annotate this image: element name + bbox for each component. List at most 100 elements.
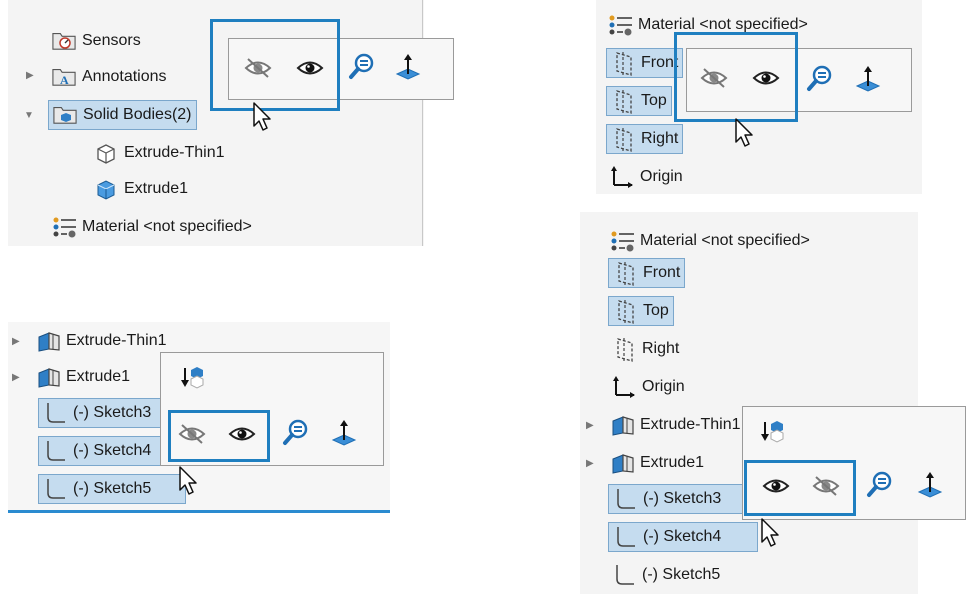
annotations-folder-icon: A xyxy=(52,65,76,89)
feature-icon xyxy=(36,365,60,389)
zoom-to-selection-button[interactable] xyxy=(865,471,895,501)
material-icon xyxy=(608,13,632,37)
expand-arrow-icon[interactable]: ▶ xyxy=(586,420,594,431)
normal-to-icon xyxy=(330,418,358,451)
zoom-to-selection-icon xyxy=(282,418,310,451)
solid-body-icon xyxy=(94,177,118,201)
normal-to-icon xyxy=(394,52,422,85)
tree-item-label: Front xyxy=(641,54,679,71)
tree-item-label: Extrude-Thin1 xyxy=(640,416,741,433)
tree-item-label: (-) Sketch3 xyxy=(73,404,152,421)
thin-body-icon xyxy=(94,141,118,165)
tree-item-origin[interactable]: Origin xyxy=(612,372,685,402)
tree-item-front-plane[interactable]: Front xyxy=(608,258,686,288)
tree-item-label: Right xyxy=(641,130,679,147)
tree-item-label: Extrude1 xyxy=(66,368,131,385)
tree-item-label: Material <not specified> xyxy=(82,218,252,235)
tree-item-label: Origin xyxy=(640,168,683,185)
tree-item-sketch5[interactable]: (-) Sketch5 xyxy=(38,474,186,504)
plane-icon xyxy=(613,261,637,285)
zoom-to-selection-button[interactable] xyxy=(281,419,311,449)
expand-arrow-icon[interactable]: ▶ xyxy=(586,458,594,469)
normal-to-button[interactable] xyxy=(915,471,945,501)
tree-item-label: Extrude1 xyxy=(640,454,705,471)
plane-icon xyxy=(613,299,637,323)
tree-item-label: Right xyxy=(642,340,680,357)
tree-item-extrude-thin1[interactable]: Extrude-Thin1 xyxy=(610,410,741,440)
expand-arrow-icon[interactable]: ▶ xyxy=(12,336,20,347)
tree-item-label: Top xyxy=(641,92,667,109)
mouse-pointer-icon xyxy=(178,466,200,496)
tree-item-extrude-thin1[interactable]: Extrude-Thin1 xyxy=(94,138,225,168)
tree-item-label: Annotations xyxy=(82,68,167,85)
tree-item-label: Extrude1 xyxy=(124,180,189,197)
tree-item-sensors[interactable]: Sensors xyxy=(52,26,141,56)
svg-text:A: A xyxy=(60,73,69,87)
sketch-icon xyxy=(613,487,637,511)
sketch-icon xyxy=(43,439,67,463)
material-icon xyxy=(52,215,76,239)
tree-item-top-plane[interactable]: Top xyxy=(606,86,672,116)
feature-icon xyxy=(610,451,634,475)
highlight-box xyxy=(674,32,798,122)
zoom-to-selection-button[interactable] xyxy=(805,65,835,95)
normal-to-button[interactable] xyxy=(329,419,359,449)
insert-into-button[interactable] xyxy=(757,419,787,449)
zoom-to-selection-icon xyxy=(806,64,834,97)
expand-arrow-icon[interactable]: ▶ xyxy=(12,372,20,383)
highlight-box xyxy=(210,19,340,111)
sketch-icon xyxy=(43,401,67,425)
tree-item-front-plane[interactable]: Front xyxy=(606,48,684,78)
panel-border xyxy=(422,0,423,246)
tree-item-label: (-) Sketch5 xyxy=(73,480,152,497)
tree-item-sketch4[interactable]: (-) Sketch4 xyxy=(608,522,758,552)
feature-icon xyxy=(610,413,634,437)
tree-item-extrude1[interactable]: Extrude1 xyxy=(610,448,704,478)
tree-item-origin[interactable]: Origin xyxy=(610,162,683,192)
zoom-to-selection-icon xyxy=(348,52,376,85)
mouse-pointer-icon xyxy=(734,118,756,148)
normal-to-button[interactable] xyxy=(393,53,423,83)
zoom-to-selection-button[interactable] xyxy=(347,53,377,83)
tree-item-extrude1[interactable]: Extrude1 xyxy=(94,174,188,204)
tree-item-material[interactable]: Material <not specified> xyxy=(52,212,252,242)
plane-icon xyxy=(611,89,635,113)
sensors-folder-icon xyxy=(52,29,76,53)
expand-arrow-icon[interactable]: ▶ xyxy=(26,70,34,81)
collapse-arrow-icon[interactable]: ▼ xyxy=(24,110,34,121)
normal-to-button[interactable] xyxy=(853,65,883,95)
plane-icon xyxy=(611,127,635,151)
sketch-icon xyxy=(613,525,637,549)
tree-item-sketch5[interactable]: (-) Sketch5 xyxy=(612,560,720,590)
plane-icon xyxy=(611,51,635,75)
tree-item-extrude1[interactable]: Extrude1 xyxy=(36,362,130,392)
panel-bottom-border xyxy=(8,510,390,513)
origin-icon xyxy=(610,165,634,189)
tree-item-solid-bodies[interactable]: Solid Bodies(2) xyxy=(48,100,197,130)
feature-tree-panel-d: Material <not specified> Front Top Right… xyxy=(580,212,918,594)
tree-item-annotations[interactable]: A Annotations xyxy=(52,62,167,92)
tree-item-extrude-thin1[interactable]: Extrude-Thin1 xyxy=(36,326,167,356)
zoom-to-selection-icon xyxy=(866,470,894,503)
tree-item-material[interactable]: Material <not specified> xyxy=(610,226,810,256)
tree-item-label: (-) Sketch4 xyxy=(643,528,722,545)
plane-icon xyxy=(612,337,636,361)
tree-item-label: (-) Sketch5 xyxy=(642,566,721,583)
tree-item-label: Top xyxy=(643,302,669,319)
tree-item-right-plane[interactable]: Right xyxy=(606,124,684,154)
highlight-box xyxy=(168,410,270,462)
normal-to-icon xyxy=(916,470,944,503)
tree-item-label: Front xyxy=(643,264,681,281)
tree-item-top-plane[interactable]: Top xyxy=(608,296,674,326)
tree-item-label: (-) Sketch4 xyxy=(73,442,152,459)
mouse-pointer-icon xyxy=(760,518,782,548)
tree-item-label: Solid Bodies(2) xyxy=(83,106,192,123)
mouse-pointer-icon xyxy=(252,102,274,132)
tree-item-sketch3[interactable]: (-) Sketch3 xyxy=(608,484,758,514)
tree-item-label: Origin xyxy=(642,378,685,395)
tree-item-label: Extrude-Thin1 xyxy=(66,332,167,349)
insert-into-button[interactable] xyxy=(177,365,207,395)
tree-item-right-plane[interactable]: Right xyxy=(612,334,679,364)
origin-icon xyxy=(612,375,636,399)
insert-into-icon xyxy=(179,365,205,396)
